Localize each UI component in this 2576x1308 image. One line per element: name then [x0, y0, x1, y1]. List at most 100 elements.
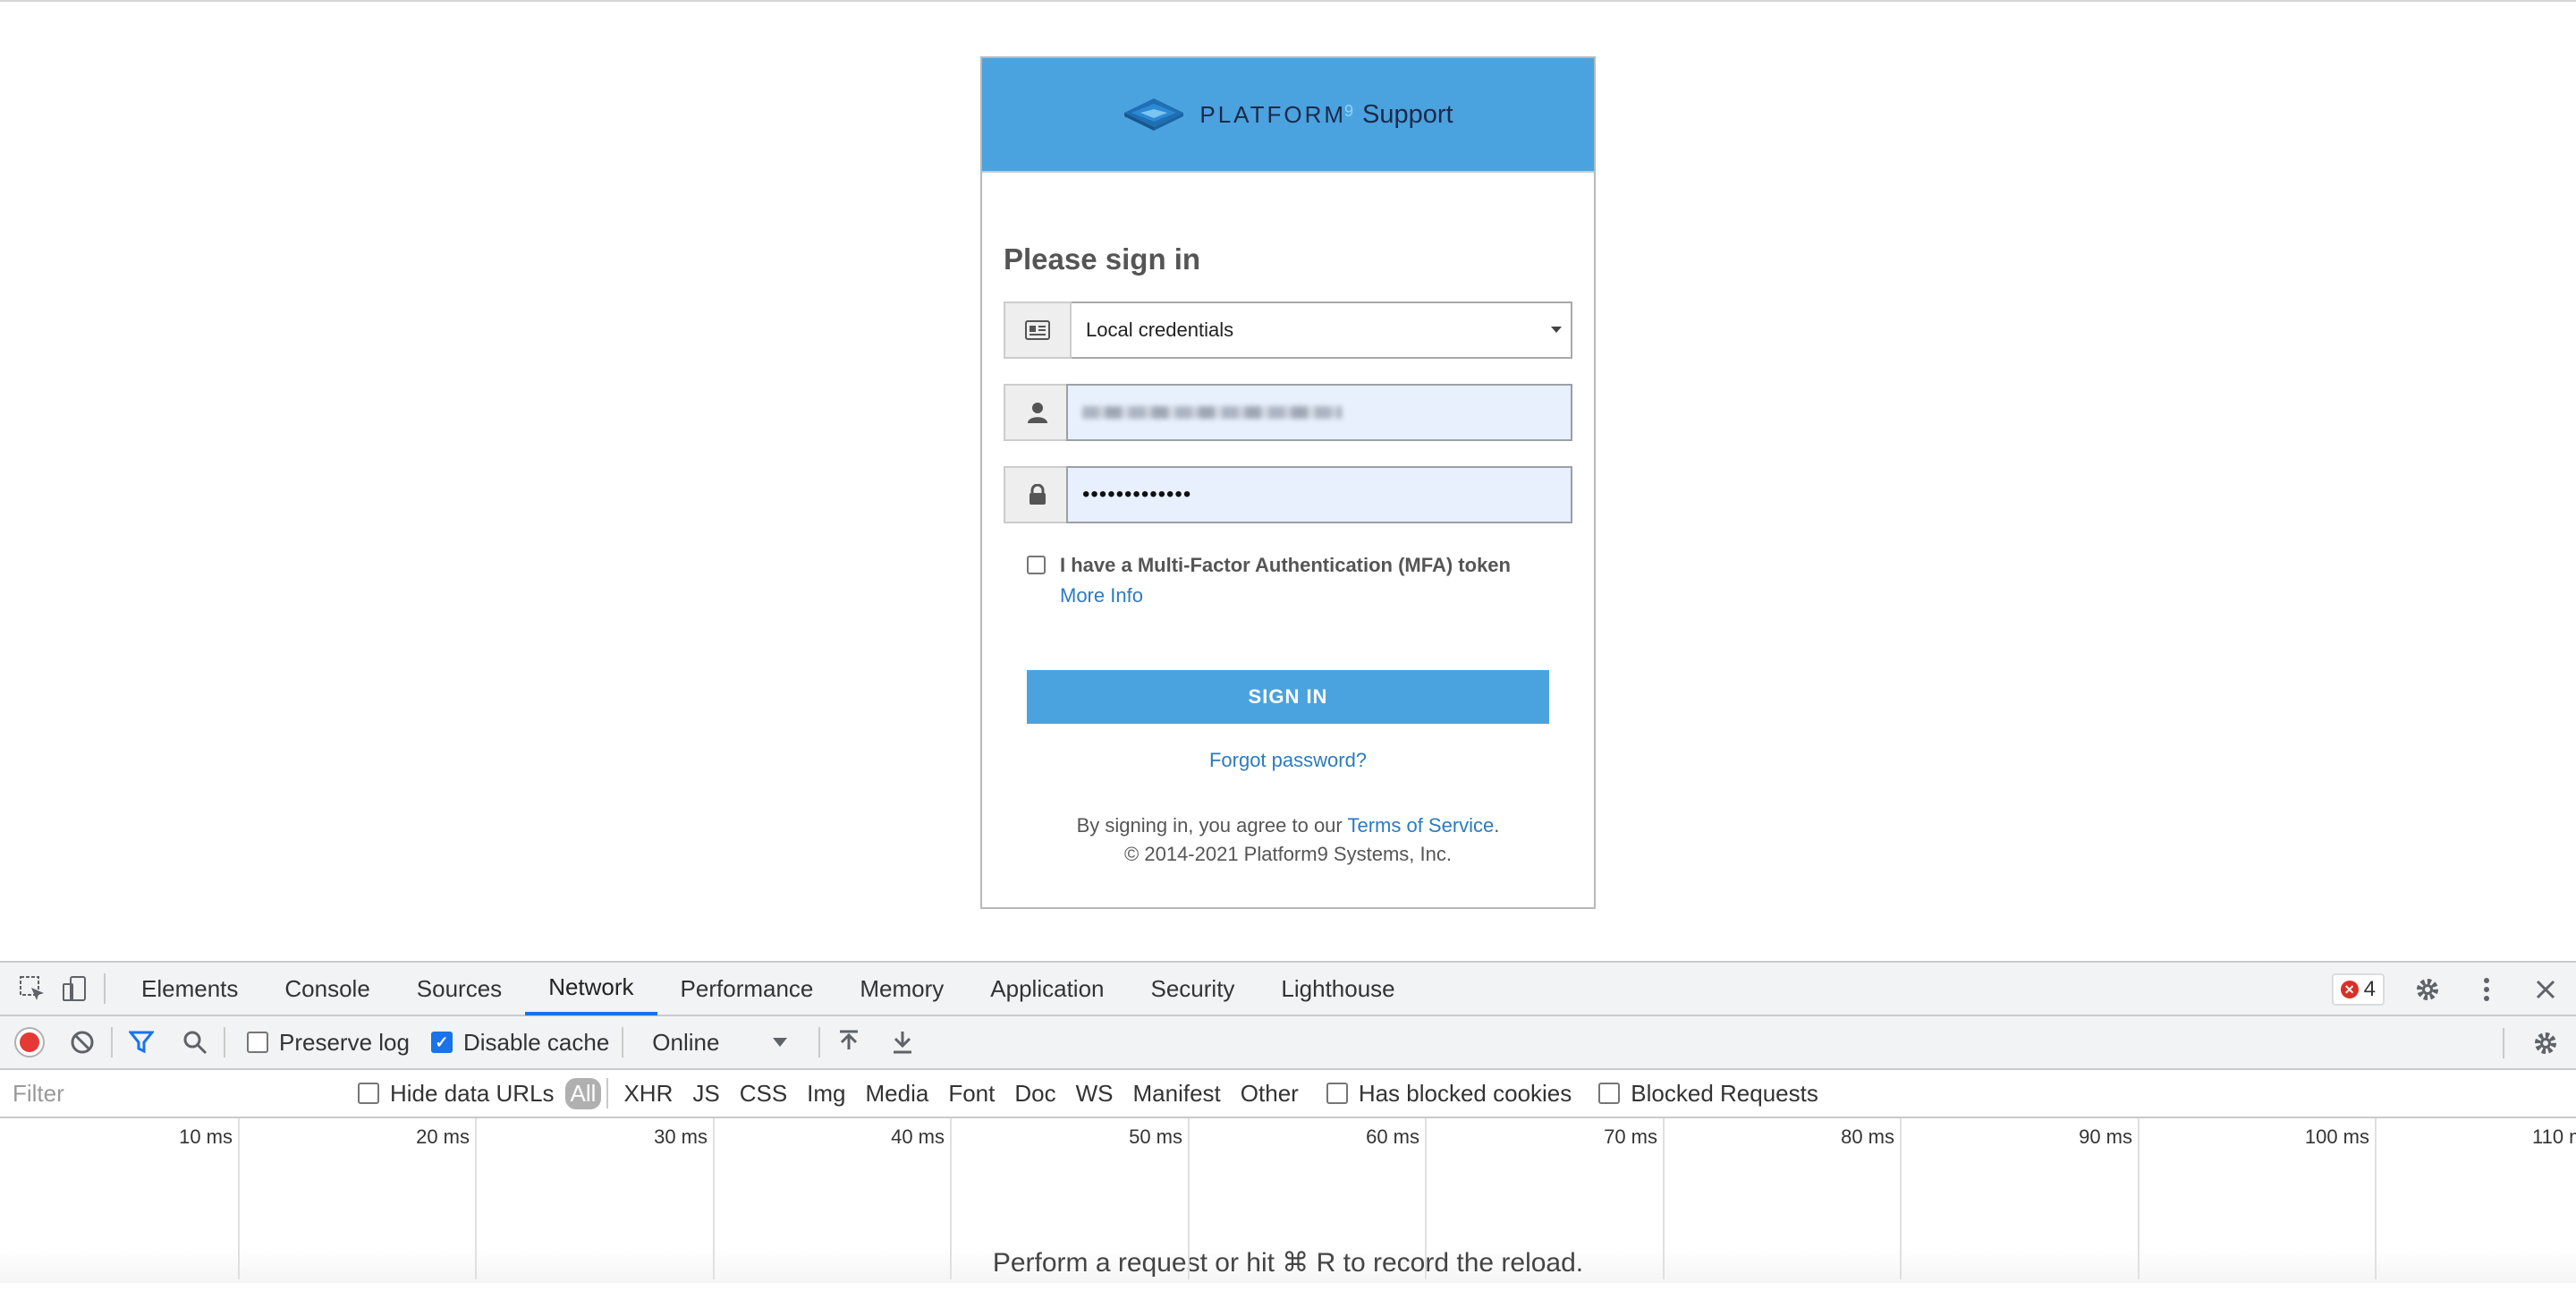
timeline-gridline: [238, 1118, 240, 1279]
chevron-down-icon: [1551, 327, 1562, 333]
has-blocked-cookies-checkbox[interactable]: [1326, 1083, 1348, 1104]
more-options-icon[interactable]: [2470, 973, 2503, 1006]
divider: [2503, 1028, 2504, 1058]
blocked-requests-option[interactable]: Blocked Requests: [1598, 1080, 1818, 1108]
filter-type-all[interactable]: All: [564, 1077, 602, 1109]
mfa-checkbox[interactable]: [1027, 556, 1046, 574]
brand-support: Support: [1362, 99, 1453, 129]
tab-elements[interactable]: Elements: [118, 962, 261, 1015]
mfa-row: I have a Multi-Factor Authentication (MF…: [1004, 554, 1572, 607]
filter-type-img[interactable]: Img: [797, 1080, 855, 1108]
page-title: Please sign in: [1004, 242, 1201, 276]
timeline-tick-label: 20 ms: [416, 1125, 470, 1148]
disable-cache-label: Disable cache: [462, 1028, 610, 1056]
inspect-element-icon[interactable]: [16, 973, 48, 1005]
tab-console[interactable]: Console: [261, 962, 393, 1015]
filter-type-other[interactable]: Other: [1231, 1080, 1309, 1108]
timeline-tick-label: 30 ms: [654, 1125, 708, 1148]
preserve-log-checkbox[interactable]: [247, 1032, 268, 1053]
timeline-tick-label: 70 ms: [1604, 1125, 1657, 1148]
devtools-tabs: Elements Console Sources Network Performance…: [118, 962, 1419, 1015]
divider: [606, 1078, 609, 1108]
filter-type-doc[interactable]: Doc: [1004, 1080, 1065, 1108]
close-icon[interactable]: [2529, 973, 2562, 1006]
login-card: PLATFORM9 Support Please sign in Local cr…: [980, 56, 1596, 909]
preserve-log-label: Preserve log: [279, 1028, 410, 1056]
mfa-more-info-link[interactable]: More Info: [1060, 584, 1511, 607]
export-har-icon[interactable]: [886, 1026, 919, 1058]
resource-type-filters: All XHR JS CSS Img Media Font Doc WS Manifest Othe…: [564, 1077, 1309, 1109]
timeline-gridline: [713, 1118, 715, 1279]
disable-cache-option[interactable]: ✓ Disable cache: [430, 1028, 610, 1057]
divider: [818, 1027, 821, 1057]
tab-sources[interactable]: Sources: [394, 962, 525, 1015]
empty-network-message: Perform a request or hit ⌘ R to record t…: [0, 1247, 2576, 1283]
throttling-value: Online: [652, 1028, 720, 1056]
timeline-tick-label: 90 ms: [2079, 1125, 2132, 1148]
filter-input[interactable]: Filter: [4, 1075, 329, 1111]
device-toolbar-icon[interactable]: [59, 973, 91, 1005]
blocked-requests-label: Blocked Requests: [1631, 1079, 1818, 1107]
has-blocked-cookies-option[interactable]: Has blocked cookies: [1326, 1080, 1572, 1108]
tab-application[interactable]: Application: [967, 962, 1127, 1015]
network-settings-gear-icon[interactable]: [2529, 1027, 2562, 1059]
blocked-requests-checkbox[interactable]: [1598, 1083, 1621, 1104]
filter-type-ws[interactable]: WS: [1066, 1080, 1123, 1108]
terms-suffix: .: [1494, 814, 1500, 837]
network-toolbar: Preserve log ✓ Disable cache Online: [0, 1016, 2576, 1070]
throttling-select[interactable]: Online: [652, 1029, 806, 1057]
gear-icon[interactable]: [2411, 973, 2444, 1006]
id-card-icon: [1004, 302, 1072, 359]
user-icon: [1004, 384, 1072, 441]
tab-performance[interactable]: Performance: [657, 962, 837, 1015]
filter-type-manifest[interactable]: Manifest: [1123, 1080, 1231, 1108]
devtools-right-controls: ✕ 4: [2331, 963, 2576, 1016]
search-icon[interactable]: [179, 1026, 211, 1058]
timeline-tick-label: 110 ms: [2532, 1125, 2576, 1148]
tab-memory[interactable]: Memory: [836, 962, 967, 1015]
preserve-log-option[interactable]: Preserve log: [247, 1029, 410, 1057]
filter-type-media[interactable]: Media: [856, 1080, 939, 1108]
browser-page: PLATFORM9 Support Please sign in Local cr…: [0, 0, 2576, 961]
tab-network[interactable]: Network: [525, 962, 657, 1015]
filter-type-font[interactable]: Font: [938, 1080, 1004, 1108]
sign-in-button[interactable]: SIGN IN: [1027, 670, 1549, 724]
forgot-password-link[interactable]: Forgot password?: [1209, 749, 1367, 771]
filter-icon[interactable]: [125, 1026, 157, 1058]
disable-cache-checkbox[interactable]: ✓: [430, 1032, 453, 1053]
auth-method-select[interactable]: Local credentials: [1072, 302, 1572, 359]
platform9-logo-icon: [1124, 98, 1184, 131]
hide-data-urls-option[interactable]: Hide data URLs: [358, 1080, 555, 1108]
redacted-username: [1082, 406, 1342, 419]
tab-security[interactable]: Security: [1128, 962, 1258, 1015]
timeline-gridline: [1425, 1118, 1427, 1279]
import-har-icon[interactable]: [833, 1026, 865, 1058]
timeline-gridline: [950, 1118, 952, 1279]
error-count-badge[interactable]: ✕ 4: [2331, 973, 2385, 1006]
timeline-tick-label: 80 ms: [1841, 1125, 1894, 1148]
divider: [224, 1027, 225, 1057]
brand-nine: 9: [1344, 102, 1354, 121]
terms-of-service-link[interactable]: Terms of Service: [1347, 814, 1494, 837]
password-input[interactable]: •••••••••••••: [1066, 466, 1572, 523]
chevron-down-icon: [773, 1038, 788, 1047]
password-value: •••••••••••••: [1082, 482, 1192, 506]
devtools-panel: Elements Console Sources Network Performance…: [0, 961, 2576, 1308]
filter-type-css[interactable]: CSS: [730, 1080, 797, 1108]
hide-data-urls-checkbox[interactable]: [358, 1083, 379, 1104]
timeline-gridline: [1188, 1118, 1190, 1279]
timeline-tick-label: 40 ms: [891, 1125, 945, 1148]
username-input[interactable]: [1066, 384, 1572, 441]
devtools-tabbar: Elements Console Sources Network Performance…: [0, 963, 2576, 1016]
filter-type-xhr[interactable]: XHR: [614, 1080, 682, 1108]
mfa-label: I have a Multi-Factor Authentication (MF…: [1060, 554, 1511, 576]
clear-icon[interactable]: [66, 1026, 98, 1058]
record-button[interactable]: [16, 1029, 43, 1056]
filter-type-js[interactable]: JS: [682, 1080, 729, 1108]
tab-lighthouse[interactable]: Lighthouse: [1258, 962, 1418, 1015]
brand-wordmark: PLATFORM9 Support: [1199, 100, 1453, 130]
timeline-tick-label: 10 ms: [179, 1125, 233, 1148]
divider: [104, 973, 106, 1004]
auth-method-value: Local credentials: [1086, 319, 1234, 341]
forgot-password-row: Forgot password?: [1004, 749, 1572, 772]
